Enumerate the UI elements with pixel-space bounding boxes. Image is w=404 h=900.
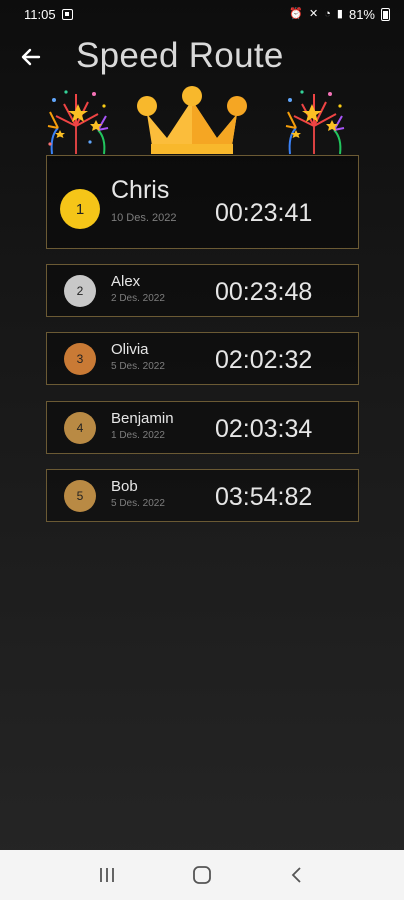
system-navigation-bar [0, 850, 404, 900]
back-chevron-icon [291, 867, 301, 883]
fireworks-icon [285, 90, 345, 155]
leaderboard-entry-5: 5 Bob 5 Des. 2022 03:54:82 [46, 469, 359, 522]
rank-number: 1 [75, 200, 85, 218]
fireworks-icon [47, 90, 109, 155]
status-time: 11:05 [24, 6, 56, 22]
page-title: Speed Route [76, 36, 284, 75]
recents-icon [100, 868, 115, 882]
player-name: Bob [111, 478, 138, 495]
winner-decoration [0, 86, 404, 158]
rank-number: 3 [76, 352, 84, 366]
record-date: 5 Des. 2022 [111, 361, 165, 372]
leaderboard-entry-2: 2 Alex 2 Des. 2022 00:23:48 [46, 264, 359, 317]
leaderboard-entry-1: 1 Chris 10 Des. 2022 00:23:41 [46, 155, 359, 249]
record-date: 1 Des. 2022 [111, 430, 165, 441]
arrow-left-icon [21, 48, 41, 66]
rank-badge: 4 [64, 412, 96, 444]
leaderboard-entry-3: 3 Olivia 5 Des. 2022 02:02:32 [46, 332, 359, 385]
crown-icon [137, 86, 247, 154]
bronze-medal-badge: 3 [64, 343, 96, 375]
rank-number: 4 [76, 421, 84, 435]
record-date: 5 Des. 2022 [111, 498, 165, 509]
notification-icon [61, 8, 73, 20]
record-time: 00:23:41 [215, 199, 313, 227]
record-time: 00:23:48 [215, 278, 313, 306]
nav-back-button[interactable] [277, 855, 317, 895]
battery-icon [381, 7, 390, 21]
battery-percent: 81% [348, 6, 375, 22]
rank-badge: 5 [64, 480, 96, 512]
recents-button[interactable] [87, 855, 127, 895]
status-bar: 11:05 ⏰ ✕ ◔ ▮ 81% [0, 0, 404, 28]
player-name: Alex [111, 273, 141, 290]
rank-number: 2 [76, 284, 84, 298]
rank-number: 5 [76, 489, 84, 503]
home-icon [193, 866, 211, 884]
record-date: 2 Des. 2022 [111, 293, 165, 304]
player-name: Benjamin [111, 410, 174, 427]
record-date: 10 Des. 2022 [111, 212, 177, 224]
player-name: Chris [111, 176, 170, 204]
player-name: Olivia [111, 341, 149, 358]
silver-medal-badge: 2 [64, 275, 96, 307]
signal-icon: ▮ [336, 7, 343, 20]
wifi-icon: ◔ [324, 7, 331, 20]
mute-icon: ✕ [309, 7, 319, 20]
record-time: 02:03:34 [215, 415, 313, 443]
gold-medal-badge: 1 [60, 189, 100, 229]
app-header: Speed Route [0, 36, 404, 80]
alarm-icon: ⏰ [289, 7, 304, 20]
back-button[interactable] [16, 42, 46, 72]
record-time: 03:54:82 [215, 483, 313, 511]
record-time: 02:02:32 [215, 346, 313, 374]
leaderboard-entry-4: 4 Benjamin 1 Des. 2022 02:03:34 [46, 401, 359, 454]
home-button[interactable] [182, 855, 222, 895]
